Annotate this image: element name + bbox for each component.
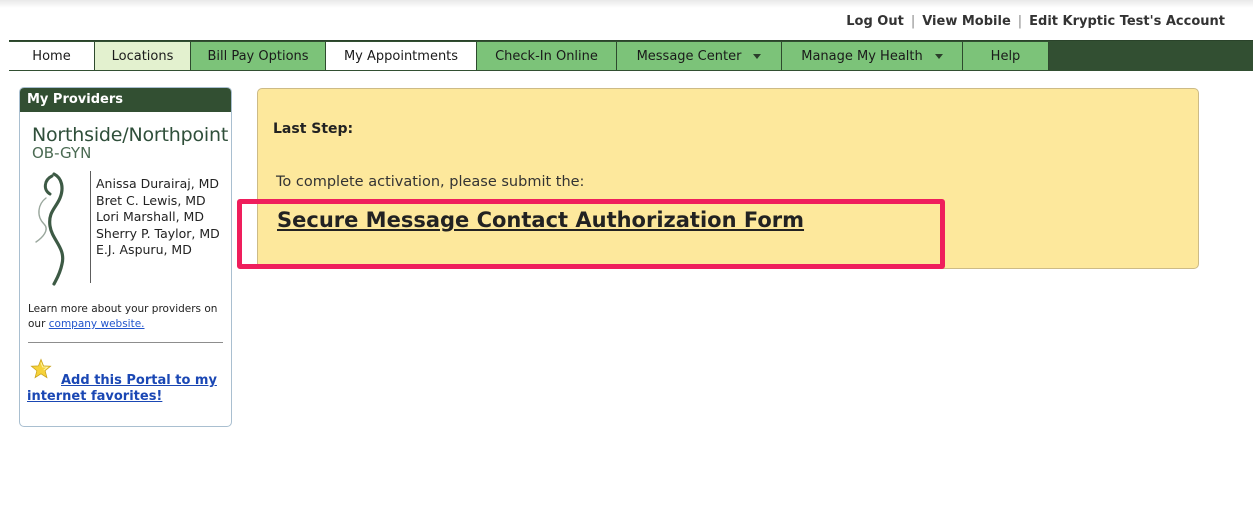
edit-account-link[interactable]: Edit Kryptic Test's Account (1029, 14, 1225, 29)
provider-name: Anissa Durairaj, MD (96, 176, 220, 191)
main-nav: Home Locations Bill Pay Options My Appoi… (9, 40, 1253, 71)
tab-check-in-online[interactable]: Check-In Online (477, 42, 617, 70)
provider-name: E.J. Aspuru, MD (96, 242, 192, 257)
sidebar-heading: My Providers (20, 88, 231, 112)
provider-name: Bret C. Lewis, MD (96, 192, 206, 208)
learn-more-text: Learn more about your providers on our c… (28, 302, 231, 332)
tab-help[interactable]: Help (963, 42, 1049, 70)
tab-label: Manage My Health (801, 48, 923, 64)
utility-separator: | (1017, 14, 1023, 29)
practice-logo-icon (35, 172, 65, 286)
tab-message-center[interactable]: Message Center (617, 42, 782, 70)
tab-label: Home (32, 48, 71, 64)
divider (28, 342, 223, 343)
tab-label: My Appointments (343, 48, 459, 64)
authorization-form-link[interactable]: Secure Message Contact Authorization For… (277, 208, 804, 232)
my-providers-panel: My Providers Northside/Northpoint OB-GYN… (19, 87, 232, 427)
tab-bill-pay[interactable]: Bill Pay Options (191, 42, 326, 70)
utility-links: Log Out | View Mobile | Edit Kryptic Test's … (846, 14, 1225, 29)
top-shade (0, 0, 1253, 8)
provider-divider (90, 171, 91, 283)
view-mobile-link[interactable]: View Mobile (922, 14, 1011, 29)
tab-home[interactable]: Home (9, 42, 95, 70)
provider-name: Sherry P. Taylor, MD (96, 225, 220, 241)
tab-my-appointments[interactable]: My Appointments (326, 42, 477, 70)
logout-link[interactable]: Log Out (846, 14, 904, 29)
practice-specialty: OB-GYN (32, 144, 92, 162)
tab-label: Check-In Online (495, 48, 598, 64)
provider-name: Lori Marshall, MD (96, 209, 204, 224)
provider-list: Anissa Durairaj, MD Bret C. Lewis, MD Lo… (96, 176, 220, 259)
chevron-down-icon (934, 53, 943, 59)
company-website-link[interactable]: company website. (49, 318, 145, 330)
tab-label: Locations (111, 48, 174, 64)
tab-label: Message Center (636, 48, 742, 64)
tab-label: Help (990, 48, 1021, 64)
utility-separator: | (910, 14, 916, 29)
tab-label: Bill Pay Options (207, 48, 309, 64)
activation-instruction: To complete activation, please submit th… (276, 174, 585, 190)
practice-name: Northside/Northpoint (32, 124, 229, 146)
add-favorites-link[interactable]: Add this Portal to my internet favorites… (27, 373, 217, 405)
activation-panel: Last Step: To complete activation, pleas… (257, 88, 1199, 269)
tab-locations[interactable]: Locations (95, 42, 191, 70)
chevron-down-icon (753, 53, 762, 59)
tab-manage-my-health[interactable]: Manage My Health (782, 42, 963, 70)
last-step-heading: Last Step: (273, 121, 354, 137)
